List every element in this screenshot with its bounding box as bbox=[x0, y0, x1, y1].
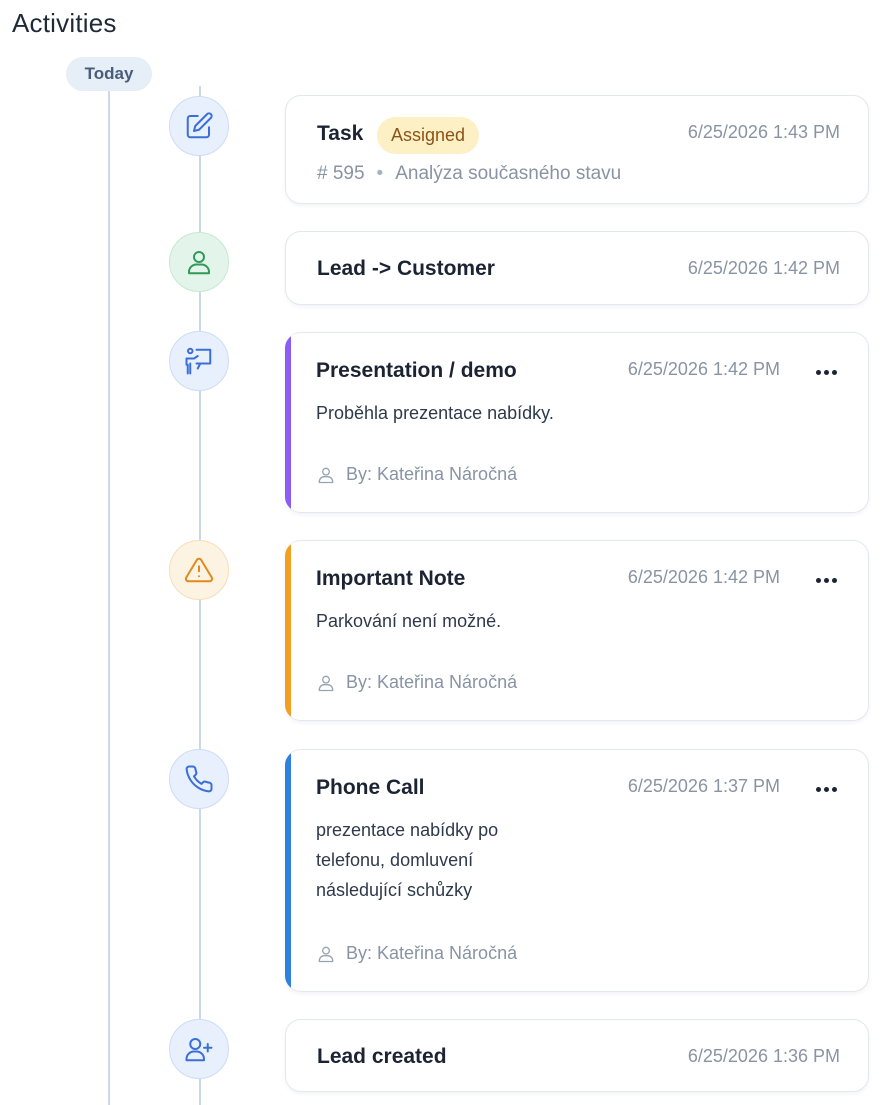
presentation-icon bbox=[185, 347, 212, 375]
activity-description: Parkování není možné. bbox=[316, 611, 502, 631]
activity-time: 6/25/2026 1:37 PM bbox=[627, 776, 780, 796]
date-group-label: Today bbox=[66, 57, 152, 91]
activity-card-lead-created[interactable]: Lead created 6/25/2026 1:36 PM bbox=[285, 1019, 869, 1092]
activity-time: 6/25/2026 1:42 PM bbox=[687, 258, 840, 278]
activity-description: prezentace nabídky po telefonu, domluven… bbox=[316, 820, 499, 900]
author-name: By: Kateřina Náročná bbox=[346, 672, 518, 692]
more-options-button[interactable] bbox=[808, 360, 844, 384]
activity-node-lead-customer bbox=[169, 232, 229, 292]
more-options-button[interactable] bbox=[808, 777, 844, 801]
task-number: # 595 bbox=[317, 163, 365, 184]
activity-title: Phone Call bbox=[316, 776, 425, 799]
activity-card-presentation[interactable]: Presentation / demo 6/25/2026 1:42 PM Pr… bbox=[285, 332, 869, 513]
accent-bar bbox=[285, 541, 291, 720]
activity-time: 6/25/2026 1:43 PM bbox=[687, 122, 840, 142]
author-name: By: Kateřina Náročná bbox=[346, 943, 518, 963]
activity-author: By: Kateřina Náročná bbox=[316, 672, 517, 693]
activity-card-important-note[interactable]: Important Note 6/25/2026 1:42 PM Parková… bbox=[285, 540, 869, 721]
activity-card-phone-call[interactable]: Phone Call 6/25/2026 1:37 PM prezentace … bbox=[285, 749, 869, 992]
status-badge: Assigned bbox=[377, 117, 480, 154]
phone-icon bbox=[185, 765, 213, 793]
accent-bar bbox=[285, 750, 291, 991]
activity-title: Presentation / demo bbox=[316, 359, 517, 382]
activity-title: Lead -> Customer bbox=[317, 257, 495, 280]
user-icon bbox=[318, 467, 334, 483]
activity-title: Task bbox=[317, 122, 364, 145]
activity-card-task[interactable]: Task Assigned 6/25/2026 1:43 PM # 595 • An… bbox=[285, 95, 869, 204]
activity-title: Important Note bbox=[316, 567, 466, 590]
more-options-button[interactable] bbox=[808, 568, 844, 592]
edit-icon bbox=[186, 112, 213, 139]
task-meta: # 595 • Analýza současného stavu bbox=[317, 163, 621, 185]
activity-time: 6/25/2026 1:42 PM bbox=[627, 359, 780, 379]
separator-dot: • bbox=[376, 163, 384, 184]
activity-node-important-note bbox=[169, 540, 229, 600]
activity-author: By: Kateřina Náročná bbox=[316, 943, 517, 964]
activity-author: By: Kateřina Náročná bbox=[316, 464, 517, 485]
activity-node-phone-call bbox=[169, 749, 229, 809]
user-icon bbox=[318, 946, 334, 962]
activity-description: Proběhla prezentace nabídky. bbox=[316, 403, 554, 423]
activity-node-lead-created bbox=[169, 1019, 229, 1079]
accent-bar bbox=[285, 333, 291, 512]
author-name: By: Kateřina Náročná bbox=[346, 464, 518, 484]
activity-title: Lead created bbox=[317, 1045, 447, 1068]
activity-node-task bbox=[169, 96, 229, 156]
user-plus-icon bbox=[185, 1038, 213, 1062]
axis-line bbox=[108, 91, 110, 1105]
warning-icon bbox=[184, 557, 214, 583]
activity-node-presentation bbox=[169, 331, 229, 391]
activity-time: 6/25/2026 1:36 PM bbox=[687, 1046, 840, 1066]
user-icon bbox=[318, 675, 334, 691]
page-title: Activities bbox=[12, 8, 117, 38]
task-subject-link[interactable]: Analýza současného stavu bbox=[395, 163, 621, 184]
activity-time: 6/25/2026 1:42 PM bbox=[627, 567, 780, 587]
user-icon bbox=[188, 251, 210, 275]
activity-card-lead-customer[interactable]: Lead -> Customer 6/25/2026 1:42 PM bbox=[285, 231, 869, 305]
